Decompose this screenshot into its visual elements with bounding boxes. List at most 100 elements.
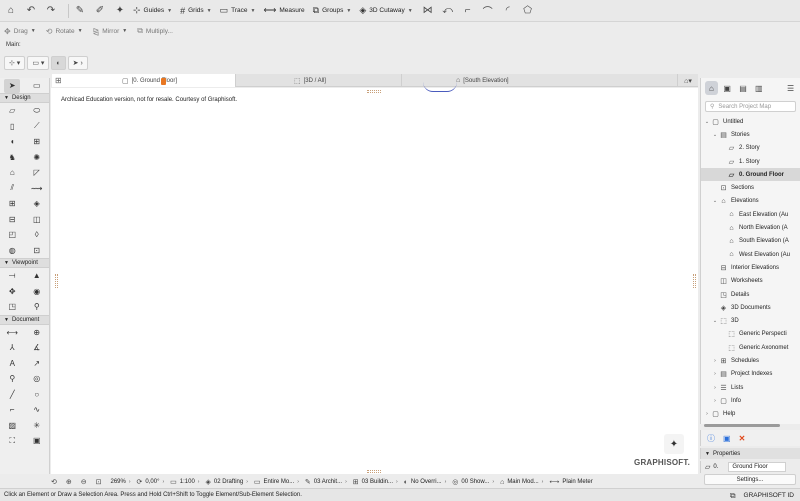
undo-icon[interactable]: ↶	[24, 4, 38, 18]
angle-dimension-tool-icon[interactable]: ∡	[29, 341, 45, 355]
wall-end-tool-icon[interactable]: ⊡	[29, 243, 45, 257]
marquee-tool-icon[interactable]: ▭	[29, 79, 45, 93]
mirror-button[interactable]: ⧎ Mirror ▼	[93, 27, 128, 36]
change-tool-icon[interactable]: ◎	[29, 372, 45, 386]
tree-item-ground-floor[interactable]: ▱ 0. Ground Floor	[701, 168, 800, 182]
project-map-search[interactable]: ⚲ Search Project Map	[705, 101, 796, 112]
toolbox-section-viewpoint[interactable]: ▼ Viewpoint	[0, 258, 49, 268]
figure-tool-icon[interactable]: ▣	[29, 434, 45, 448]
line-tool-icon[interactable]: ╱	[4, 387, 20, 401]
toolbox-section-design[interactable]: ▼ Design	[0, 93, 49, 103]
hotspot-tool-icon[interactable]: ✳	[29, 418, 45, 432]
trim-icon[interactable]: ⌐	[461, 4, 475, 18]
tree-item-story-2[interactable]: ▱ 2. Story	[701, 142, 800, 155]
adjust-icon[interactable]: ⤺	[441, 4, 455, 18]
rotate-button[interactable]: ⟲ Rotate ▼	[46, 27, 83, 36]
window-icon[interactable]: ⧉	[730, 491, 736, 501]
tree-item-west-elevation[interactable]: ⌂ West Elevation (Au	[701, 248, 800, 261]
skylight-tool-icon[interactable]: ◰	[4, 228, 20, 242]
clone-folder-icon[interactable]: ▣	[723, 434, 731, 443]
stair-tool-icon[interactable]: ⫽	[4, 181, 20, 195]
magic-wand-icon[interactable]: ✦	[113, 4, 127, 18]
guides-button[interactable]: ⊹ Guides ▼	[133, 5, 172, 16]
drag-button[interactable]: ✥ Drag ▼	[4, 27, 36, 36]
tree-item-schedules[interactable]: › ⊞ Schedules	[701, 354, 800, 367]
fillet-icon[interactable]: ◜	[501, 4, 515, 18]
tree-item-3d-documents[interactable]: ◈ 3D Documents	[701, 301, 800, 314]
resize-grip-bottom[interactable]	[367, 470, 381, 473]
mesh-tool-icon[interactable]: ◫	[29, 212, 45, 226]
floor-plan-canvas[interactable]: Archicad Education version, not for resa…	[51, 78, 698, 474]
renovation-filter[interactable]: ◎ 00 Show... ›	[452, 478, 494, 486]
tree-item-east-elevation[interactable]: ⌂ East Elevation (Au	[701, 208, 800, 221]
beam-tool-icon[interactable]: ⟋	[29, 119, 45, 133]
resize-grip-top[interactable]	[367, 90, 381, 93]
tree-item-help[interactable]: › ▢ Help	[701, 408, 800, 421]
camera-tool-icon[interactable]: ⚲	[29, 300, 45, 314]
redo-icon[interactable]: ↷	[44, 4, 58, 18]
selection-method-button[interactable]: ◐	[51, 56, 66, 70]
wall-tool-icon[interactable]: ▱	[4, 104, 20, 118]
tree-item-interior-elevations[interactable]: ⊟ Interior Elevations	[701, 261, 800, 274]
tree-item-generic-axonometry[interactable]: ⬚ Generic Axonomet	[701, 341, 800, 354]
zoom-out-button[interactable]: ⊖	[81, 478, 90, 486]
tree-item-lists[interactable]: › ☰ Lists	[701, 381, 800, 394]
grids-button[interactable]: # Grids ▼	[180, 6, 212, 16]
roof-tool-icon[interactable]: ⌂	[4, 166, 20, 180]
opening-tool-icon[interactable]: ◊	[29, 228, 45, 242]
drawing-tool-icon[interactable]: ⛶	[4, 434, 20, 448]
text-tool-icon[interactable]: A	[4, 356, 20, 370]
multiply-button[interactable]: ⧉ Multiply...	[137, 26, 173, 36]
groups-button[interactable]: ⧉ Groups ▼	[313, 5, 352, 16]
tree-item-details[interactable]: ◳ Details	[701, 288, 800, 301]
spline-tool-icon[interactable]: ∿	[29, 403, 45, 417]
toolbox-section-document[interactable]: ▼ Document	[0, 314, 49, 325]
intersect-icon[interactable]: ⌒	[481, 4, 495, 18]
layer-set-button[interactable]: ⊹ ▾	[4, 56, 26, 70]
tab-overview-icon[interactable]: ⊞	[55, 76, 62, 85]
tree-item-north-elevation[interactable]: ⌂ North Elevation (A	[701, 221, 800, 234]
inject-icon[interactable]: ✐	[93, 4, 107, 18]
model-view-options[interactable]: ⊞ 03 Buildin... ›	[353, 478, 398, 486]
view-map-icon[interactable]: ▣	[721, 81, 734, 95]
properties-header[interactable]: ▼ Properties	[700, 448, 800, 459]
tree-item-untitled[interactable]: ⌄ ▢ Untitled	[701, 115, 800, 128]
worksheet-tool-icon[interactable]: ◉	[29, 284, 45, 298]
tree-item-3d[interactable]: ⌄ ⬚ 3D	[701, 314, 800, 327]
arrow-tool-icon[interactable]: ➤	[4, 78, 21, 93]
scale-control[interactable]: ▭ 1:100 ›	[170, 478, 199, 486]
undo-zoom-button[interactable]: ⟲	[51, 478, 60, 486]
explode-icon[interactable]: ⬠	[521, 4, 535, 18]
window-tool-icon[interactable]: ⊞	[29, 135, 45, 149]
graphisoft-id-link[interactable]: GRAPHISOFT ID	[744, 492, 794, 499]
polyline-tool-icon[interactable]: ⌐	[4, 403, 20, 417]
properties-name-field[interactable]: Ground Floor	[728, 462, 787, 472]
label-tool-icon[interactable]: ↗	[29, 356, 45, 370]
tab-3d-all[interactable]: ⬚ [3D / All]	[236, 74, 402, 87]
tree-item-generic-perspective[interactable]: ⬚ Generic Perspecti	[701, 328, 800, 341]
properties-icon[interactable]: ⓘ	[707, 433, 715, 444]
dimension-tool-icon[interactable]: ⟷	[4, 325, 20, 339]
settings-button[interactable]: Settings...	[704, 474, 796, 485]
detail-tool-icon[interactable]: ◳	[4, 300, 20, 314]
tree-item-info[interactable]: › ▢ Info	[701, 394, 800, 407]
zoom-in-button[interactable]: ⊕	[66, 478, 75, 486]
resize-grip-left[interactable]	[55, 274, 58, 288]
design-option[interactable]: ⌂ Main Mod... ›	[500, 479, 543, 486]
tree-item-sections[interactable]: ⊡ Sections	[701, 181, 800, 194]
measure-button[interactable]: ⟷ Measure	[263, 5, 304, 16]
morph-tool-icon[interactable]: ◈	[29, 197, 45, 211]
slab-tool-icon[interactable]: ⬭	[29, 104, 45, 118]
delete-icon[interactable]: ✕	[739, 434, 746, 443]
object-tool-icon[interactable]: ♞	[4, 150, 20, 164]
zone-tool-icon[interactable]: ⊟	[4, 212, 20, 226]
cutaway-button[interactable]: ◈ 3D Cutaway ▼	[359, 5, 412, 16]
section-tool-icon[interactable]: ⟞	[4, 269, 20, 283]
lamp-tool-icon[interactable]: ✺	[29, 150, 45, 164]
navigator-scrollbar[interactable]	[704, 424, 780, 427]
pick-up-icon[interactable]: ✎	[73, 4, 87, 18]
dimension-standard[interactable]: ⟷ Plain Meter	[549, 478, 592, 486]
offset-icon[interactable]: ⋈	[421, 4, 435, 18]
tab-menu-button[interactable]: ⌂▾	[678, 74, 698, 87]
trace-button[interactable]: ▭ Trace ▼	[220, 5, 256, 16]
